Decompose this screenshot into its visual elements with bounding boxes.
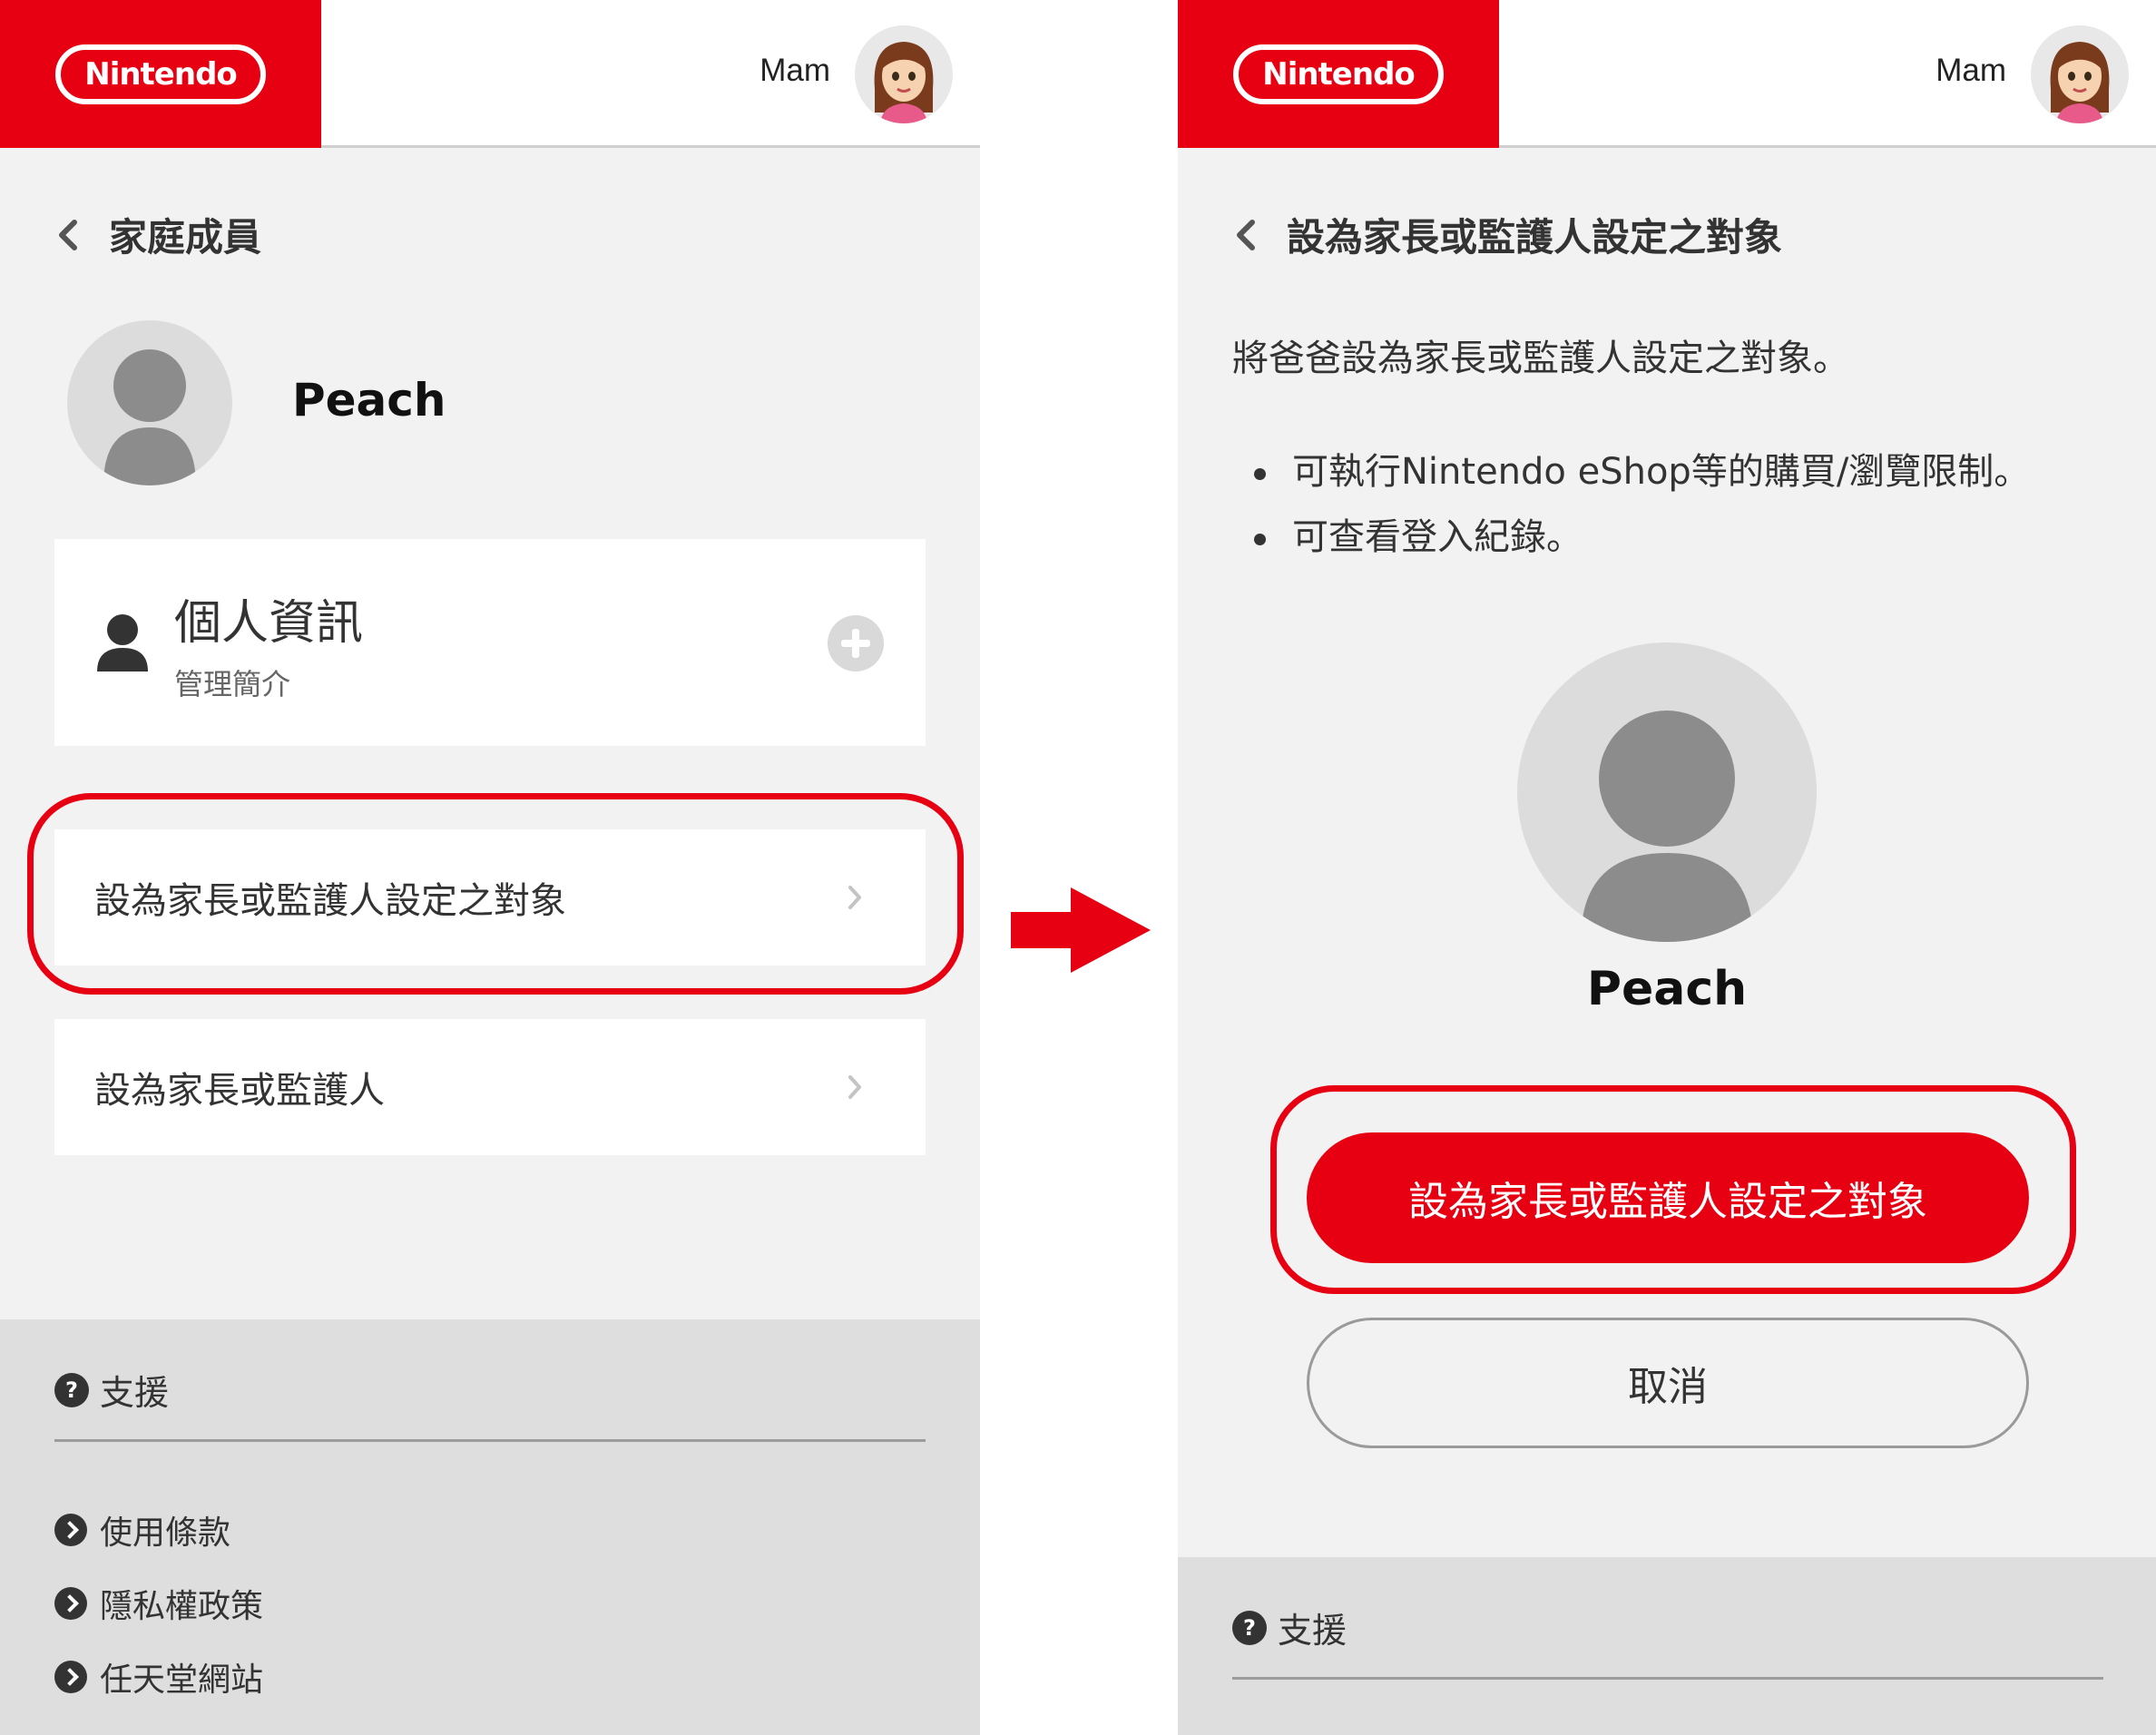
footer-link-privacy[interactable]: 隱私權政策 bbox=[54, 1580, 263, 1627]
footer-divider bbox=[1232, 1677, 2103, 1680]
footer-link-label: 任天堂網站 bbox=[100, 1661, 264, 1699]
profile-name: Peach bbox=[292, 374, 446, 426]
mii-avatar-icon[interactable] bbox=[2031, 25, 2129, 123]
arrow-circle-icon bbox=[54, 1661, 87, 1693]
page-title: 家庭成員 bbox=[109, 215, 262, 260]
question-circle-icon: ? bbox=[1232, 1610, 1267, 1645]
footer-link-label: 隱私權政策 bbox=[100, 1588, 264, 1625]
personal-info-title: 個人資訊 bbox=[174, 596, 364, 651]
highlight-outline bbox=[1270, 1085, 2076, 1294]
footer-link-label: 使用條款 bbox=[100, 1514, 231, 1552]
description-text: 將爸爸設為家長或監護人設定之對象。 bbox=[1232, 338, 1849, 379]
list-item: 可查看登入紀錄。 bbox=[1254, 510, 2030, 575]
support-link[interactable]: ? 支援 bbox=[1232, 1603, 1347, 1652]
personal-info-card[interactable]: 個人資訊 管理簡介 bbox=[54, 539, 926, 746]
user-avatar-placeholder-icon bbox=[1517, 642, 1817, 942]
user-avatar-placeholder-icon bbox=[67, 320, 232, 485]
chevron-left-icon[interactable] bbox=[54, 217, 82, 253]
footer: ? 支援 使用條款 隱私權政策 任天堂網站 bbox=[0, 1319, 980, 1735]
account-user-name[interactable]: Mam bbox=[760, 53, 830, 89]
back-navigation[interactable]: 設為家長或監護人設定之對象 bbox=[1232, 207, 1782, 262]
plus-circle-icon[interactable] bbox=[828, 615, 884, 671]
arrow-right-icon bbox=[1011, 887, 1151, 973]
highlight-outline bbox=[27, 793, 964, 995]
nintendo-logo[interactable]: Nintendo bbox=[1178, 0, 1499, 148]
family-member-screen: Nintendo Mam 家庭成員 Peach 個人資訊 管理簡介 設為家長或監… bbox=[0, 0, 980, 1735]
top-bar: Nintendo Mam bbox=[0, 0, 980, 148]
nintendo-logo-text: Nintendo bbox=[1233, 44, 1444, 104]
person-icon bbox=[97, 614, 148, 671]
arrow-circle-icon bbox=[54, 1587, 87, 1620]
top-bar: Nintendo Mam bbox=[1178, 0, 2156, 148]
personal-info-subtitle: 管理簡介 bbox=[174, 667, 291, 701]
arrow-circle-icon bbox=[54, 1514, 87, 1546]
account-user-name[interactable]: Mam bbox=[1936, 53, 2006, 89]
profile-name: Peach bbox=[1586, 962, 1748, 1016]
footer-divider bbox=[54, 1439, 926, 1442]
chevron-right-icon bbox=[848, 1075, 861, 1099]
nintendo-logo[interactable]: Nintendo bbox=[0, 0, 321, 148]
menu-item-label: 設為家長或監護人 bbox=[94, 1070, 385, 1112]
footer-link-terms[interactable]: 使用條款 bbox=[54, 1506, 230, 1554]
cancel-button[interactable]: 取消 bbox=[1307, 1318, 2029, 1448]
support-link[interactable]: ? 支援 bbox=[54, 1365, 169, 1415]
support-label: 支援 bbox=[1278, 1611, 1348, 1651]
list-item: 可執行Nintendo eShop等的購買/瀏覽限制。 bbox=[1254, 445, 2030, 510]
back-navigation[interactable]: 家庭成員 bbox=[54, 207, 261, 262]
question-circle-icon: ? bbox=[54, 1372, 89, 1407]
confirm-supervised-screen: Nintendo Mam 設為家長或監護人設定之對象 將爸爸設為家長或監護人設定… bbox=[1178, 0, 2156, 1735]
mii-avatar-icon[interactable] bbox=[855, 25, 953, 123]
nintendo-logo-text: Nintendo bbox=[55, 44, 266, 104]
page-title: 設為家長或監護人設定之對象 bbox=[1287, 215, 1783, 260]
footer: ? 支援 bbox=[1178, 1557, 2156, 1735]
footer-link-nintendo-site[interactable]: 任天堂網站 bbox=[54, 1653, 263, 1701]
chevron-left-icon[interactable] bbox=[1232, 217, 1259, 253]
permission-list: 可執行Nintendo eShop等的購買/瀏覽限制。 可查看登入紀錄。 bbox=[1254, 445, 2030, 575]
support-label: 支援 bbox=[100, 1373, 170, 1413]
menu-item-set-as-guardian[interactable]: 設為家長或監護人 bbox=[54, 1019, 926, 1155]
